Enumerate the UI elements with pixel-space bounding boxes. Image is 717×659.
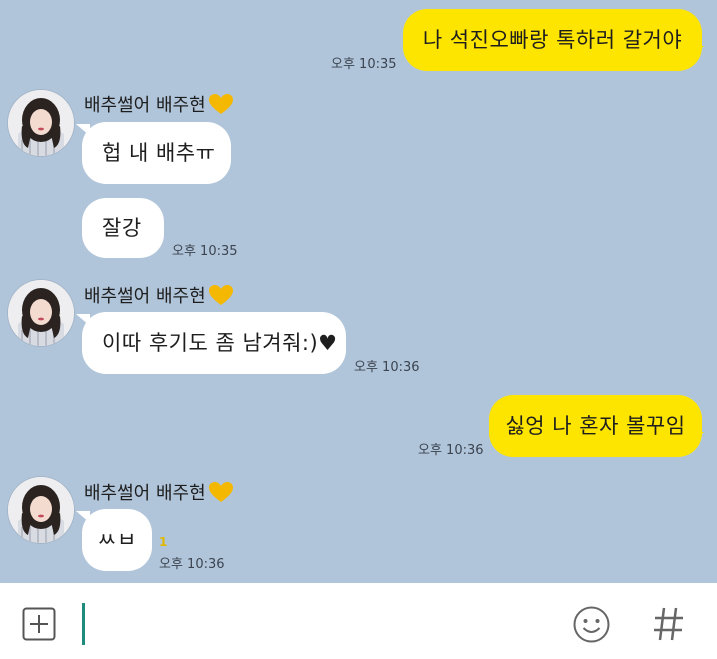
their-message-bubble[interactable]: 잘강 <box>82 198 164 258</box>
avatar-image <box>8 90 74 156</box>
smiley-icon <box>573 606 610 643</box>
sender-name: 배추썰어 배주현 <box>84 282 234 308</box>
heart-icon <box>208 482 233 502</box>
message-time: 오후 10:35 <box>172 244 238 259</box>
their-message-bubble[interactable]: ㅆㅂ <box>82 509 152 571</box>
message-text: 이따 후기도 좀 남겨줘:)♥ <box>102 331 338 355</box>
hash-button[interactable] <box>652 605 686 643</box>
message-time: 오후 10:36 <box>418 443 484 458</box>
attach-button[interactable] <box>22 607 56 641</box>
avatar-image <box>8 477 74 543</box>
avatar[interactable] <box>8 477 74 543</box>
message-time: 오후 10:36 <box>354 360 420 375</box>
bubble-tail <box>690 46 704 58</box>
message-text: 잘강 <box>102 216 142 240</box>
message-time: 오후 10:35 <box>331 57 397 72</box>
bubble-tail <box>690 432 704 444</box>
message-input-bar <box>0 583 717 659</box>
message-text: 싫엉 나 혼자 볼꾸임 <box>505 414 686 438</box>
avatar[interactable] <box>8 90 74 156</box>
plus-square-icon <box>22 607 56 641</box>
chat-area[interactable]: 나 석진오빠랑 톡하러 갈거야 오후 10:35 배추썰어 배주현 헙 내 배추… <box>0 0 717 583</box>
hash-icon <box>654 607 683 641</box>
avatar-image <box>8 280 74 346</box>
sender-name-text: 배추썰어 배주현 <box>84 95 206 116</box>
my-message-bubble[interactable]: 나 석진오빠랑 톡하러 갈거야 <box>403 9 702 71</box>
message-text: 헙 내 배추ㅠ <box>102 141 216 165</box>
their-message-bubble[interactable]: 헙 내 배추ㅠ <box>82 122 231 184</box>
my-message-bubble[interactable]: 싫엉 나 혼자 볼꾸임 <box>489 395 702 457</box>
sender-name-text: 배추썰어 배주현 <box>84 483 206 504</box>
message-text: 나 석진오빠랑 톡하러 갈거야 <box>422 28 683 52</box>
sender-name: 배추썰어 배주현 <box>84 91 234 117</box>
message-input-field[interactable] <box>82 603 85 645</box>
sender-name-text: 배추썰어 배주현 <box>84 286 206 307</box>
message-text: ㅆㅂ <box>97 528 137 552</box>
emoji-button[interactable] <box>573 606 610 643</box>
sender-name: 배추썰어 배주현 <box>84 479 234 505</box>
heart-icon <box>208 94 233 114</box>
heart-icon <box>208 285 233 305</box>
unread-count: 1 <box>159 535 168 549</box>
avatar[interactable] <box>8 280 74 346</box>
message-time: 오후 10:36 <box>159 557 225 572</box>
their-message-bubble[interactable]: 이따 후기도 좀 남겨줘:)♥ <box>82 312 346 374</box>
